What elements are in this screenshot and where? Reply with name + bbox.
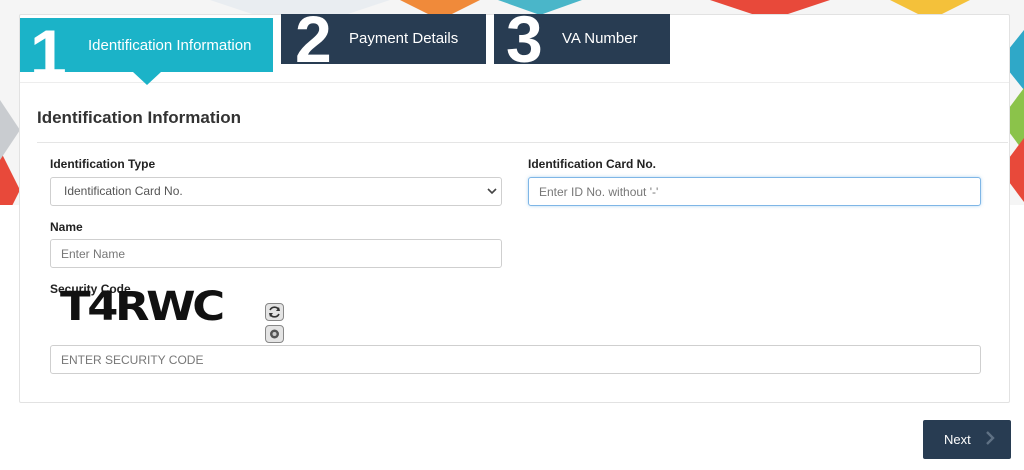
security-code-input[interactable] [50, 345, 981, 374]
id-type-select[interactable]: Identification Card No. [50, 177, 502, 206]
step-payment[interactable]: 2 Payment Details [281, 6, 486, 72]
id-card-input[interactable] [528, 177, 981, 206]
form-card: 1 Identification Information 2 Payment D… [19, 6, 1010, 403]
divider [37, 142, 1008, 143]
active-step-caret-icon [133, 72, 161, 85]
refresh-icon[interactable] [265, 303, 284, 321]
step-va-number[interactable]: 3 VA Number [494, 6, 670, 72]
captcha-image: T4RWC [60, 284, 225, 330]
id-card-label: Identification Card No. [528, 157, 657, 171]
audio-icon[interactable] [265, 325, 284, 343]
name-input[interactable] [50, 239, 502, 268]
step-indicator: 1 Identification Information 2 Payment D… [20, 6, 1009, 86]
step-number: 2 [295, 2, 332, 76]
next-button-label: Next [944, 432, 971, 447]
chevron-down-icon [487, 178, 497, 216]
step-number: 1 [30, 16, 67, 90]
step-label: Payment Details [349, 30, 459, 47]
section-title: Identification Information [37, 108, 241, 127]
step-identification[interactable]: 1 Identification Information [20, 18, 273, 86]
id-type-label: Identification Type [50, 157, 156, 171]
next-button[interactable]: Next [923, 420, 1011, 459]
chevron-right-icon [985, 430, 995, 450]
step-label: Identification Information [88, 37, 252, 54]
name-label: Name [50, 220, 83, 234]
step-label: VA Number [562, 30, 638, 47]
step-number: 3 [506, 2, 543, 76]
id-type-value: Identification Card No. [64, 184, 183, 198]
